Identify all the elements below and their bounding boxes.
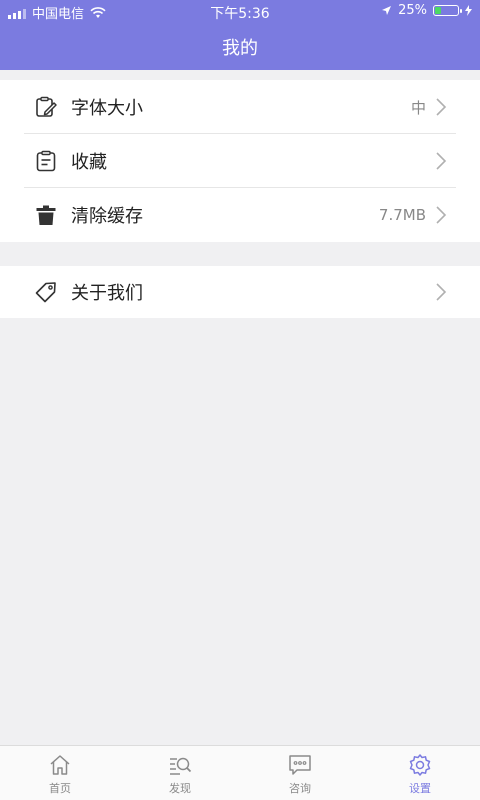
tag-icon — [35, 282, 56, 303]
clear-cache-row[interactable]: 清除缓存 7.7MB — [0, 188, 480, 242]
tab-consult-label: 咨询 — [289, 782, 311, 795]
tab-discover-label: 发现 — [169, 782, 191, 795]
battery-icon — [433, 5, 462, 16]
favorites-row[interactable]: 收藏 — [0, 134, 480, 188]
tab-bar: 首页 发现 咨询 设置 — [0, 745, 480, 800]
tab-discover[interactable]: 发现 — [120, 746, 240, 800]
gear-icon — [409, 754, 431, 776]
favorites-label: 收藏 — [71, 152, 107, 173]
status-right: 25% — [381, 3, 472, 18]
about-us-row[interactable]: 关于我们 — [0, 266, 480, 318]
chevron-right-icon — [436, 98, 447, 116]
chevron-right-icon — [436, 283, 447, 301]
search-list-icon — [170, 757, 192, 775]
status-bar: 中国电信 下午5:36 25% — [0, 0, 480, 24]
font-size-row[interactable]: 字体大小 中 — [0, 80, 480, 134]
trash-icon — [36, 205, 56, 225]
header: 中国电信 下午5:36 25% 我的 — [0, 0, 480, 70]
edit-clipboard-icon — [36, 96, 57, 117]
font-size-value: 中 — [410, 98, 426, 117]
location-icon — [382, 6, 392, 15]
settings-group-main: 字体大小 中 收藏 清除缓存 7.7MB — [0, 80, 480, 242]
chevron-right-icon — [436, 152, 447, 170]
cache-size-value: 7.7MB — [378, 206, 426, 224]
home-icon — [50, 755, 70, 775]
chat-icon — [289, 755, 311, 775]
chevron-right-icon — [436, 206, 447, 224]
settings-group-about: 关于我们 — [0, 266, 480, 318]
settings-screen: 中国电信 下午5:36 25% 我的 字体大小 中 收藏 清除缓存 7.7MB … — [0, 0, 480, 800]
clear-cache-label: 清除缓存 — [71, 206, 143, 227]
about-us-label: 关于我们 — [71, 283, 143, 304]
clipboard-icon — [36, 150, 56, 172]
font-size-label: 字体大小 — [71, 98, 143, 119]
tab-home[interactable]: 首页 — [0, 746, 120, 800]
charging-icon — [465, 5, 472, 16]
tab-home-label: 首页 — [49, 782, 71, 795]
tab-consult[interactable]: 咨询 — [240, 746, 360, 800]
tab-settings-label: 设置 — [409, 782, 431, 795]
page-title: 我的 — [222, 38, 258, 59]
battery-percent: 25% — [398, 3, 427, 18]
tab-settings[interactable]: 设置 — [360, 746, 480, 800]
